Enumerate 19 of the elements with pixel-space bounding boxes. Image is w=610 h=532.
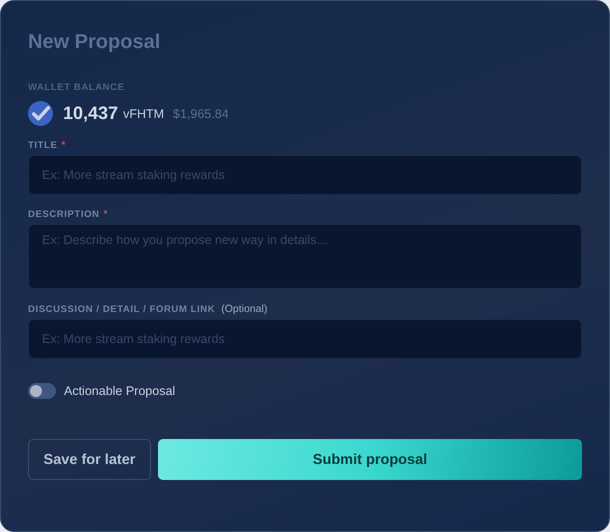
- required-mark: *: [104, 209, 108, 220]
- form-title: New Proposal: [28, 30, 160, 54]
- toggle-label: Actionable Proposal: [64, 384, 176, 398]
- field-label: DISCUSSION / DETAIL / FORUM LINK: [28, 304, 216, 315]
- check-badge-icon: [28, 101, 53, 126]
- input-field[interactable]: Ex: More stream staking rewards: [28, 319, 582, 359]
- input-field[interactable]: Ex: More stream staking rewards: [28, 155, 582, 195]
- wallet-label: WALLET BALANCE: [28, 82, 125, 93]
- balance-unit: vFHTM: [123, 106, 164, 120]
- field-label: TITLE: [28, 140, 58, 151]
- balance-amount: 10,437: [63, 103, 118, 124]
- toggle-switch[interactable]: [28, 383, 56, 399]
- balance-usd: $1,965.84: [173, 106, 229, 120]
- save-button[interactable]: Save for later: [28, 439, 151, 480]
- field-label: DESCRIPTION: [28, 209, 100, 220]
- required-mark: *: [61, 140, 66, 151]
- optional-hint: (Optional): [221, 303, 268, 315]
- description-field[interactable]: Ex: Describe how you propose new way in details...: [28, 224, 582, 289]
- submit-button[interactable]: Submit proposal: [158, 439, 582, 480]
